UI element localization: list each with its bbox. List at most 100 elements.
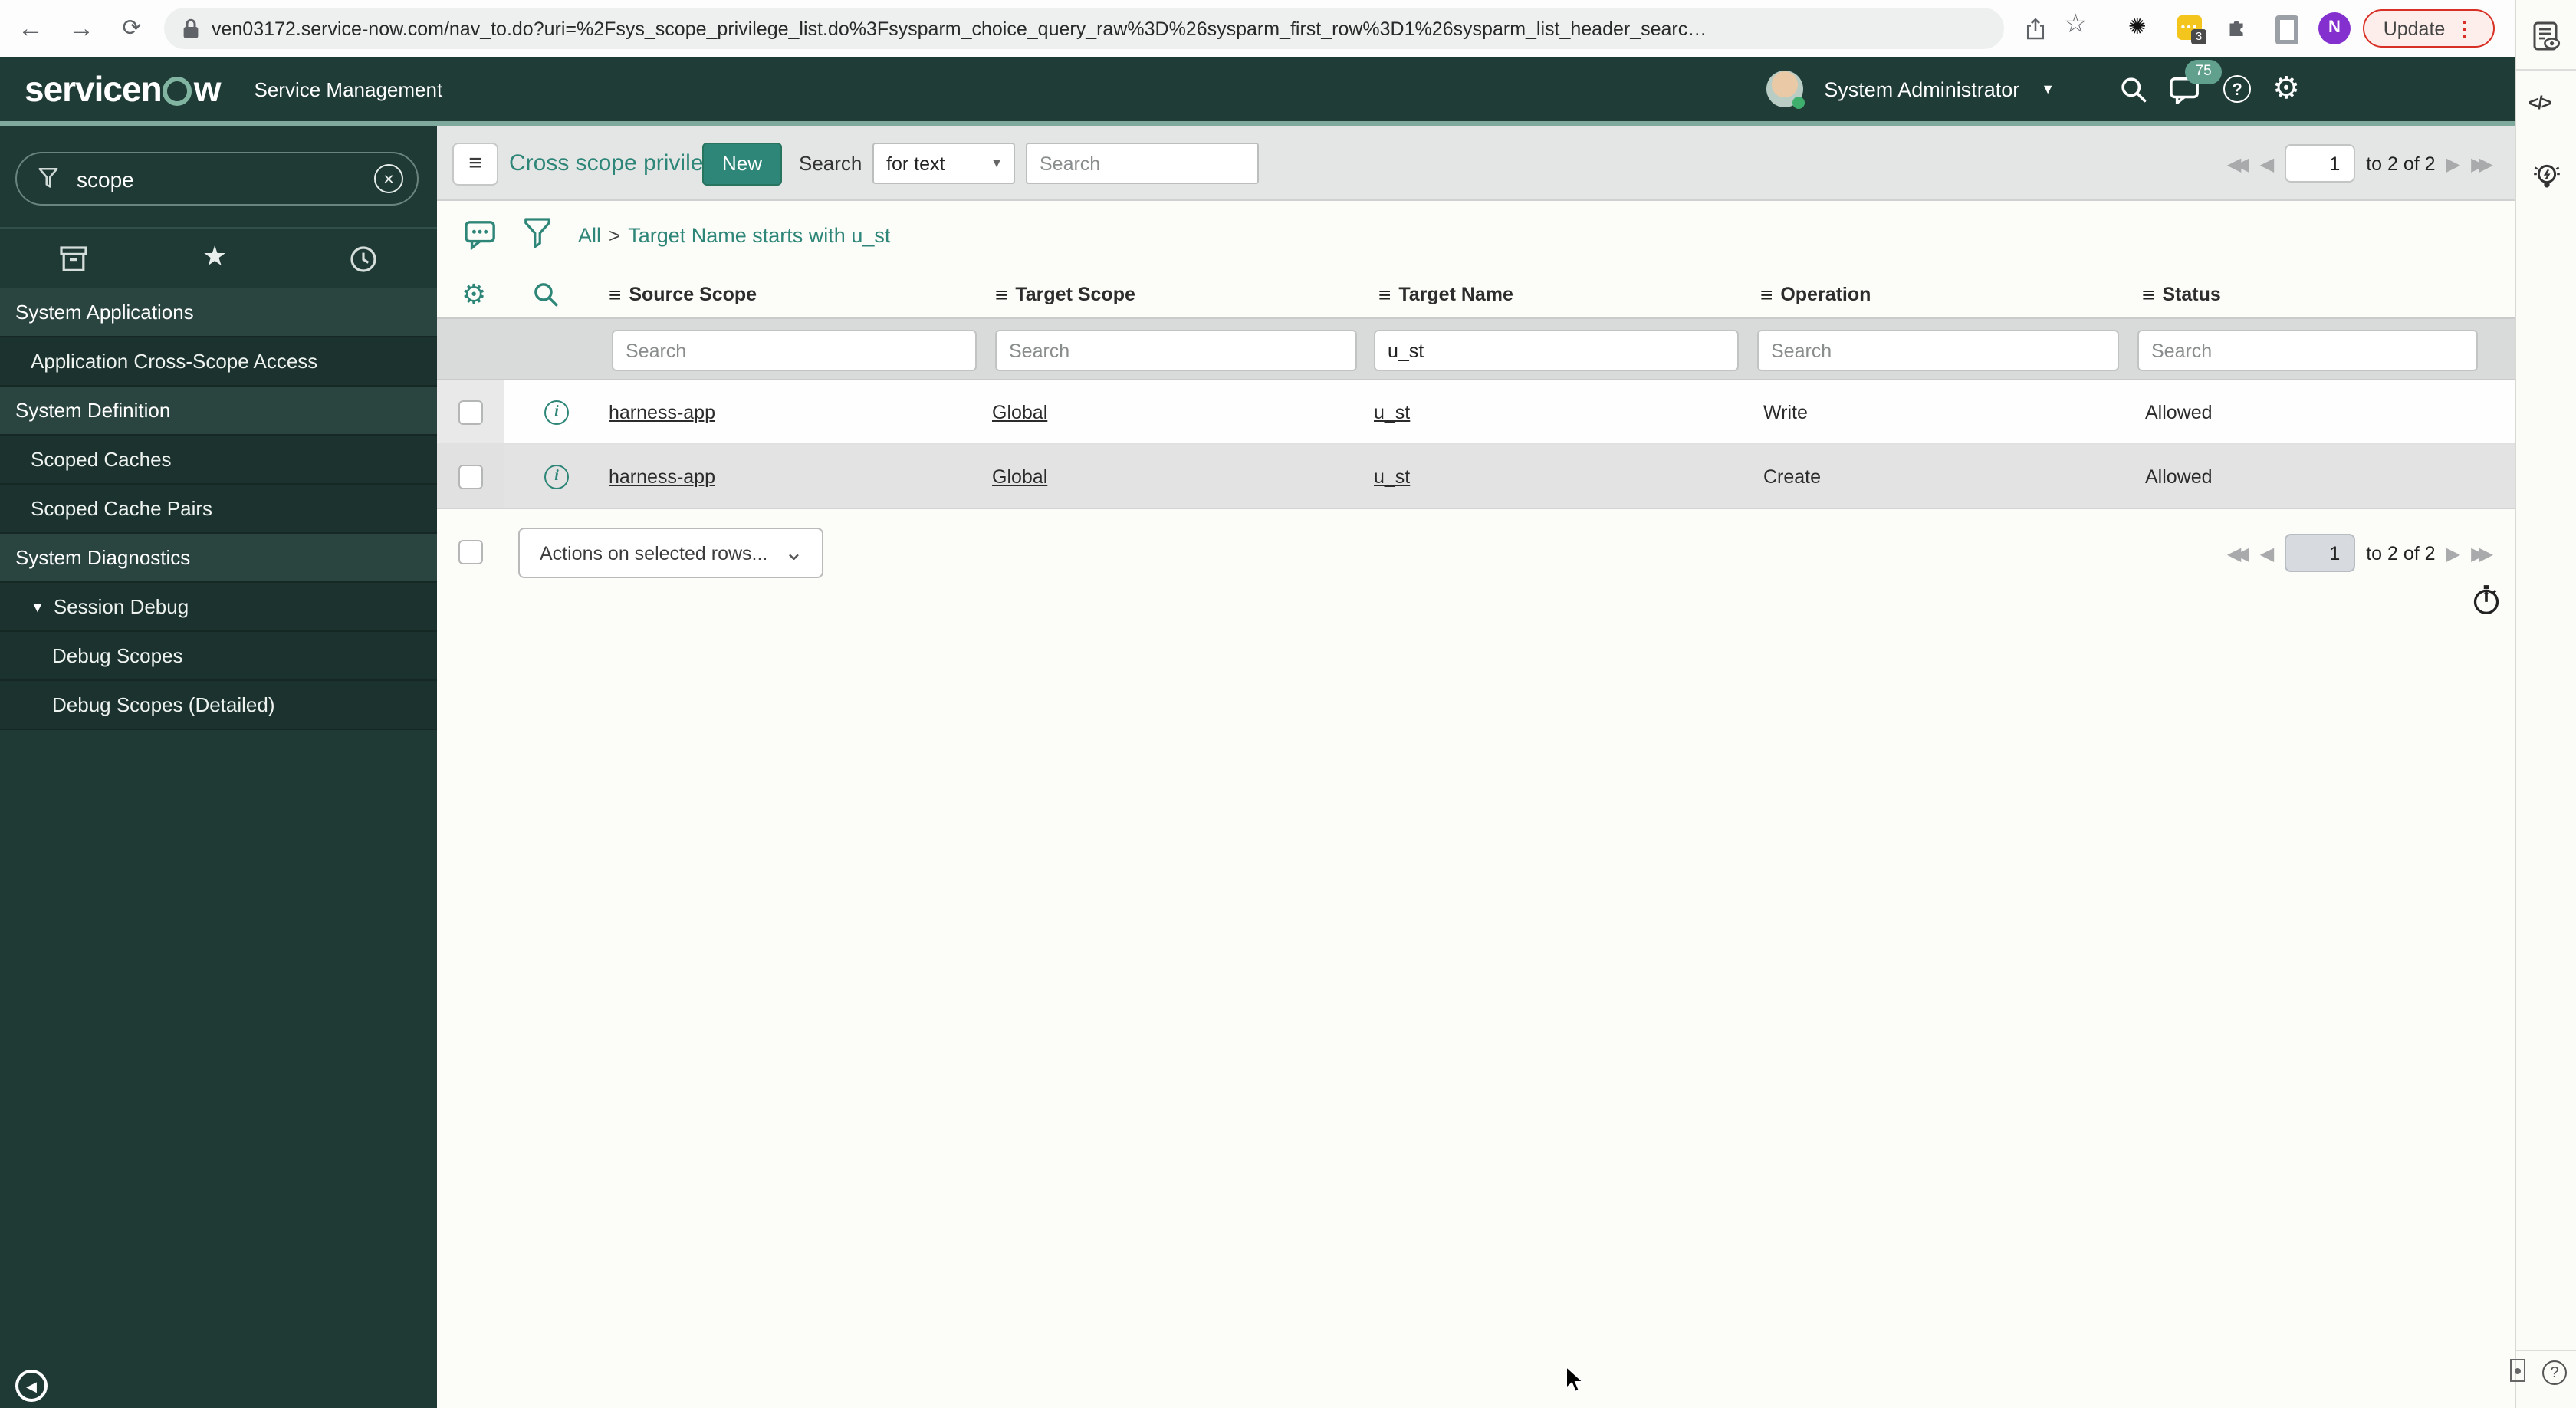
cell-target-scope[interactable]: Global [992, 445, 1047, 509]
page-help-icon[interactable]: ? [2542, 1360, 2567, 1385]
last-page-icon[interactable]: ▶▶ [2471, 154, 2493, 173]
filter-target-name-input[interactable] [1374, 330, 1739, 371]
column-header-source-scope[interactable]: ≡ Source Scope [609, 271, 757, 317]
address-bar[interactable]: ven03172.service-now.com/nav_to.do?uri=%… [164, 8, 2004, 49]
cell-target-name[interactable]: u_st [1374, 445, 1410, 509]
side-panel-icon[interactable] [2275, 15, 2298, 44]
column-header-operation[interactable]: ≡ Operation [1760, 271, 1871, 317]
page-number-input[interactable] [2285, 534, 2356, 572]
next-page-icon[interactable]: ▶ [2446, 154, 2460, 173]
column-header-target-scope[interactable]: ≡ Target Scope [995, 271, 1135, 317]
filter-status-input[interactable] [2137, 330, 2478, 371]
spinner-extension-icon[interactable]: ✺ [2128, 14, 2146, 40]
servicenow-logo[interactable]: servicen w [25, 68, 222, 110]
list-search-input[interactable] [1026, 143, 1259, 184]
screen: ← → ⟳ ven03172.service-now.com/nav_to.do… [0, 0, 2576, 1408]
column-menu-icon: ≡ [2142, 282, 2155, 307]
cell-source-scope[interactable]: harness-app [609, 445, 715, 509]
user-avatar[interactable] [1766, 71, 1805, 109]
app-header: servicen w Service Management System Admi… [0, 57, 2515, 121]
previous-page-icon[interactable]: ◀ [2260, 544, 2274, 562]
bookmark-star-icon[interactable]: ☆ [2064, 9, 2088, 40]
sidebar-item-scoped-cache-pairs[interactable]: Scoped Cache Pairs [0, 485, 437, 534]
row-checkbox[interactable] [458, 465, 483, 489]
filter-source-scope-input[interactable] [612, 330, 977, 371]
breadcrumb-all[interactable]: All [578, 224, 601, 247]
extensions-puzzle-icon[interactable] [2226, 15, 2249, 38]
strip-divider [2516, 69, 2576, 71]
response-time-stopwatch-icon[interactable] [2470, 583, 2502, 617]
browser-toolbar: ← → ⟳ ven03172.service-now.com/nav_to.do… [0, 0, 2576, 58]
select-all-checkbox[interactable] [458, 540, 483, 564]
filter-icon[interactable] [523, 216, 552, 250]
browser-profile-avatar[interactable]: N [2318, 12, 2351, 44]
column-search-icon[interactable] [532, 281, 560, 308]
filter-operation-input[interactable] [1757, 330, 2119, 371]
code-panel-icon[interactable]: </> [2528, 92, 2552, 113]
browser-update-button[interactable]: Update ⋮ [2363, 9, 2495, 48]
search-label: Search [799, 152, 863, 175]
navigator-filter-input[interactable] [74, 165, 360, 192]
global-search-icon[interactable] [2119, 74, 2148, 104]
column-header-status[interactable]: ≡ Status [2142, 271, 2221, 317]
column-menu-icon: ≡ [609, 282, 622, 307]
product-name: Service Management [254, 77, 443, 100]
help-icon[interactable]: ? [2223, 75, 2252, 103]
share-icon[interactable] [2024, 17, 2047, 41]
breadcrumb-condition[interactable]: Target Name starts with u_st [628, 224, 890, 247]
url-text: ven03172.service-now.com/nav_to.do?uri=%… [212, 18, 1707, 39]
sidebar-item-scoped-caches[interactable]: Scoped Caches [0, 436, 437, 485]
column-header-row: ⚙ ≡ Source Scope ≡ Target Scope ≡ Target Na… [437, 271, 2515, 317]
user-menu[interactable]: System Administrator [1824, 77, 2019, 100]
navigator-menu: System Applications Application Cross-Sc… [0, 288, 437, 730]
table-row: i harness-app Global u_st Create Allowed [437, 445, 2515, 509]
user-menu-caret-icon[interactable]: ▼ [2041, 81, 2055, 97]
sidebar-item-debug-scopes-detailed[interactable]: Debug Scopes (Detailed) [0, 681, 437, 730]
reading-list-icon[interactable] [2530, 20, 2564, 54]
row-info-icon[interactable]: i [544, 465, 569, 489]
filter-target-scope-input[interactable] [995, 330, 1357, 371]
last-page-icon[interactable]: ▶▶ [2471, 544, 2493, 562]
sidebar-section-system-applications[interactable]: System Applications [0, 288, 437, 337]
list-comments-icon[interactable] [465, 219, 497, 250]
row-range-label: to 2 of 2 [2366, 542, 2436, 564]
idea-lightbulb-icon[interactable] [2530, 160, 2564, 195]
sidebar-section-system-diagnostics[interactable]: System Diagnostics [0, 534, 437, 583]
scroll-handle-icon[interactable] [2510, 1359, 2525, 1382]
sidebar-section-system-definition[interactable]: System Definition [0, 387, 437, 436]
browser-reload-icon[interactable]: ⟳ [113, 0, 150, 57]
previous-page-icon[interactable]: ◀ [2260, 154, 2274, 173]
actions-select[interactable]: Actions on selected rows... ⌄ [518, 528, 823, 578]
cell-target-name[interactable]: u_st [1374, 380, 1410, 445]
list-context-menu-icon[interactable]: ≡ [452, 143, 498, 186]
browser-back-icon[interactable]: ← [12, 0, 49, 57]
navigator-filter-box[interactable]: ✕ [15, 152, 419, 206]
favorites-tab-icon[interactable]: ★ [202, 241, 227, 271]
cell-operation: Write [1763, 402, 1808, 423]
search-type-select[interactable]: for text ▼ [872, 143, 1015, 184]
row-checkbox[interactable] [458, 400, 483, 425]
first-page-icon[interactable]: ◀◀ [2227, 154, 2249, 173]
cell-source-scope[interactable]: harness-app [609, 380, 715, 445]
browser-forward-icon[interactable]: → [63, 0, 100, 57]
first-page-icon[interactable]: ◀◀ [2227, 544, 2249, 562]
settings-gear-icon[interactable]: ⚙ [2272, 74, 2300, 104]
notification-badge: 75 [2185, 59, 2223, 84]
history-tab-icon[interactable] [348, 244, 379, 275]
collapse-sidebar-icon[interactable]: ◀ [15, 1370, 48, 1402]
all-applications-tab-icon[interactable] [58, 244, 89, 275]
page-number-input[interactable] [2285, 144, 2356, 183]
list-personalize-gear-icon[interactable]: ⚙ [462, 279, 486, 310]
new-button[interactable]: New [702, 143, 783, 186]
sidebar-item-application-cross-scope-access[interactable]: Application Cross-Scope Access [0, 337, 437, 387]
sidebar-item-session-debug[interactable]: ▼ Session Debug [0, 583, 437, 632]
sidebar-item-debug-scopes[interactable]: Debug Scopes [0, 632, 437, 681]
update-label: Update [2383, 18, 2446, 39]
row-info-icon[interactable]: i [544, 400, 569, 425]
right-side-strip: </> ? [2510, 0, 2576, 1408]
clear-filter-icon[interactable]: ✕ [374, 164, 403, 193]
column-header-target-name[interactable]: ≡ Target Name [1378, 271, 1513, 317]
next-page-icon[interactable]: ▶ [2446, 544, 2460, 562]
conversations-icon[interactable]: 75 [2170, 59, 2223, 104]
cell-target-scope[interactable]: Global [992, 380, 1047, 445]
